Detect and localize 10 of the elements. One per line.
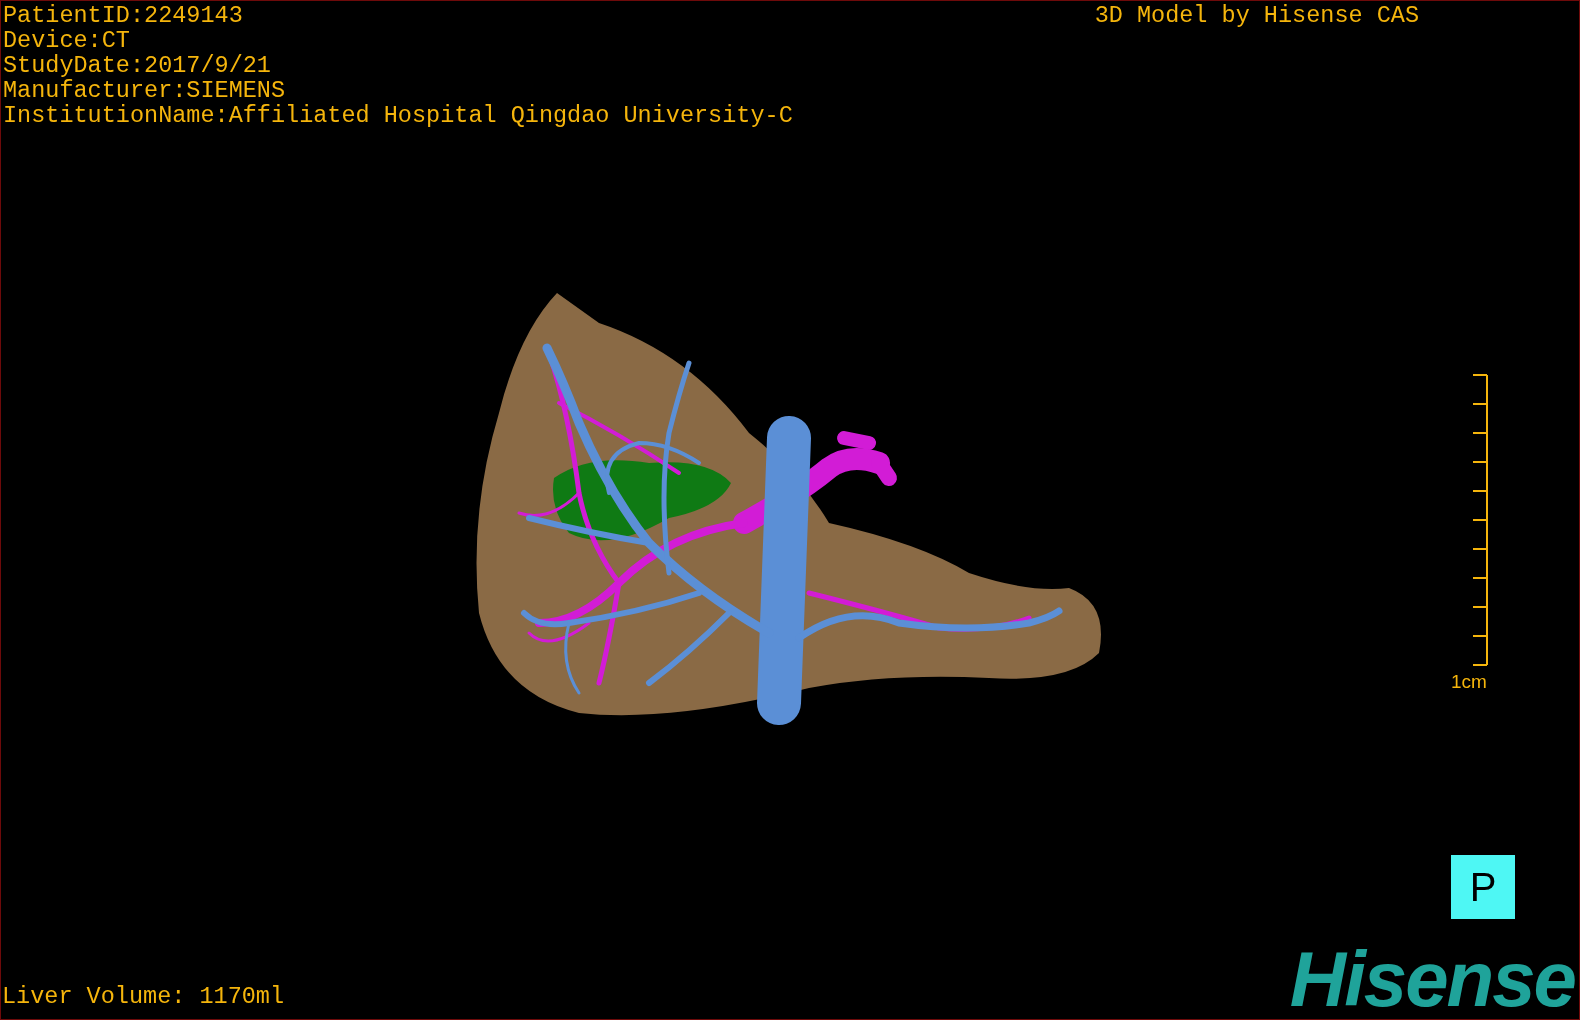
- patient-info-line: StudyDate:2017/9/21: [3, 53, 272, 78]
- liver-volume-text: Liver Volume: 1170ml: [1, 984, 285, 1012]
- scale-label: 1cm: [1451, 671, 1487, 693]
- viewer-title: 3D Model by Hisense CAS: [1094, 3, 1420, 31]
- patient-info-line: Manufacturer:SIEMENS: [3, 78, 287, 103]
- orientation-marker: P: [1451, 855, 1515, 919]
- patient-info-line: InstitutionName:Affiliated Hospital Qingdao University-C: [3, 103, 793, 128]
- patient-info-line: PatientID:2249143: [3, 3, 244, 28]
- patient-info-line: Device:CT: [3, 28, 131, 53]
- brand-logo: Hisense: [1289, 947, 1576, 1011]
